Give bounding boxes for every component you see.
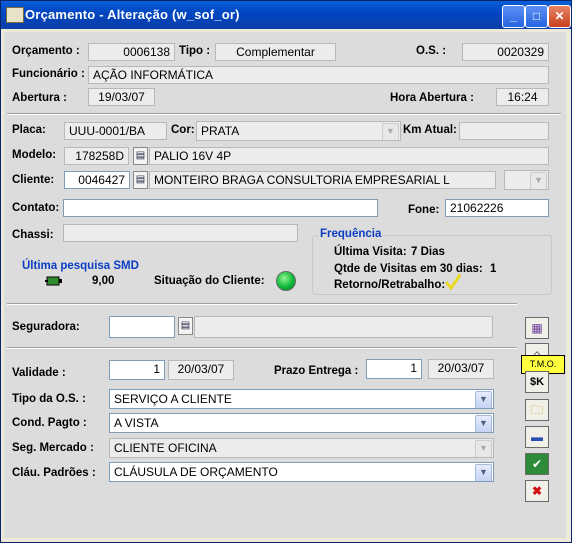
chevron-down-icon: ▼ xyxy=(530,172,547,189)
cor-dropdown[interactable]: PRATA ▼ xyxy=(196,121,401,141)
clau-padroes-label: Cláu. Padrões : xyxy=(12,467,96,479)
validade-days-field[interactable]: 1 xyxy=(109,360,165,380)
orcamento-label: Orçamento : xyxy=(12,45,80,57)
cond-pagto-label: Cond. Pagto : xyxy=(12,417,87,429)
placa-label: Placa: xyxy=(12,124,46,136)
cond-pagto-dropdown[interactable]: A VISTA ▼ xyxy=(109,413,494,433)
orcamento-field: 0006138 xyxy=(88,43,175,61)
form-body: Orçamento : 0006138 Tipo : Complementar … xyxy=(4,32,566,538)
contato-label: Contato: xyxy=(12,202,60,214)
seguradora-code-field[interactable] xyxy=(109,316,175,338)
validade-label: Validade : xyxy=(12,367,66,379)
folder-icon: 🗀 xyxy=(530,403,543,417)
seg-mercado-dropdown[interactable]: CLIENTE OFICINA ▼ xyxy=(109,438,494,458)
tipo-field: Complementar xyxy=(215,43,336,61)
ultima-visita-value: 7 Dias xyxy=(411,246,445,258)
km-atual-field[interactable] xyxy=(459,122,549,140)
cliente-code-field[interactable]: 0046427 xyxy=(64,171,130,189)
window: Orçamento - Alteração (w_sof_or) _ □ ✕ O… xyxy=(0,0,572,543)
seguradora-lookup-button[interactable]: ▤ xyxy=(178,317,193,335)
vehicle-button[interactable]: ▬ xyxy=(525,426,549,448)
cliente-extra-dropdown[interactable]: ▼ xyxy=(504,170,549,190)
km-atual-label: Km Atual: xyxy=(403,124,457,136)
print-button[interactable]: ▦ xyxy=(525,317,549,339)
battery-icon xyxy=(45,275,63,287)
checkmark-icon xyxy=(445,273,462,291)
cliente-label: Cliente: xyxy=(12,174,55,186)
prazo-days-field[interactable]: 1 xyxy=(366,359,422,379)
clau-padroes-dropdown[interactable]: CLÁUSULA DE ORÇAMENTO ▼ xyxy=(109,462,494,482)
skip-button[interactable]: $K xyxy=(525,371,549,393)
chevron-down-icon: ▼ xyxy=(382,123,399,140)
title-bar: Orçamento - Alteração (w_sof_or) _ □ ✕ xyxy=(1,1,571,29)
chevron-down-icon: ▼ xyxy=(475,440,492,457)
tipo-os-value: SERVIÇO A CLIENTE xyxy=(114,392,232,406)
tipo-label: Tipo : xyxy=(179,45,211,57)
clau-padroes-value: CLÁUSULA DE ORÇAMENTO xyxy=(114,465,278,479)
seg-mercado-label: Seg. Mercado : xyxy=(12,442,94,454)
maximize-button[interactable]: □ xyxy=(525,5,548,28)
modelo-desc-field: PALIO 16V 4P xyxy=(149,147,549,165)
open-folder-button[interactable]: 🗀 xyxy=(525,399,549,421)
divider xyxy=(7,113,561,115)
fone-label: Fone: xyxy=(408,204,440,216)
situacao-label: Situação do Cliente: xyxy=(154,275,265,287)
retorno-label: Retorno/Retrabalho: xyxy=(334,279,446,291)
prazo-entrega-label: Prazo Entrega : xyxy=(274,365,359,377)
hora-abertura-field: 16:24 xyxy=(496,88,549,106)
modelo-label: Modelo: xyxy=(12,149,57,161)
modelo-lookup-button[interactable]: ▤ xyxy=(133,147,148,165)
chevron-down-icon: ▼ xyxy=(475,391,492,408)
abertura-label: Abertura : xyxy=(12,92,67,104)
cor-value: PRATA xyxy=(201,124,240,138)
skip-icon: $K xyxy=(529,376,545,388)
cond-pagto-value: A VISTA xyxy=(114,416,159,430)
cancel-icon: ✖ xyxy=(531,484,543,498)
validade-date-field: 20/03/07 xyxy=(168,360,234,380)
minimize-button[interactable]: _ xyxy=(502,5,525,28)
divider xyxy=(7,303,517,305)
chevron-down-icon: ▼ xyxy=(475,464,492,481)
divider xyxy=(7,347,517,349)
seguradora-name-field xyxy=(194,316,493,338)
cliente-name-field: MONTEIRO BRAGA CONSULTORIA EMPRESARIAL L xyxy=(149,171,496,189)
print-icon: ▦ xyxy=(531,321,543,335)
chassi-label: Chassi: xyxy=(12,229,54,241)
os-field: 0020329 xyxy=(462,43,549,61)
os-label: O.S. : xyxy=(416,45,447,57)
contato-field[interactable] xyxy=(63,199,378,217)
funcionario-field: AÇÃO INFORMÁTICA xyxy=(88,66,549,84)
lookup-icon: ▤ xyxy=(135,174,146,185)
lookup-icon: ▤ xyxy=(180,320,191,331)
tipo-os-label: Tipo da O.S. : xyxy=(12,393,86,405)
chassi-field xyxy=(63,224,298,242)
placa-field[interactable]: UUU-0001/BA xyxy=(64,122,167,140)
window-title: Orçamento - Alteração (w_sof_or) xyxy=(25,7,240,22)
qtde-visitas-value: 1 xyxy=(490,263,497,275)
ultima-visita-label: Última Visita: xyxy=(334,246,407,258)
tipo-os-dropdown[interactable]: SERVIÇO A CLIENTE ▼ xyxy=(109,389,494,409)
seg-mercado-value: CLIENTE OFICINA xyxy=(114,441,217,455)
status-indicator-icon xyxy=(276,271,296,291)
smd-title: Última pesquisa SMD xyxy=(22,260,139,272)
cancel-button[interactable]: ✖ xyxy=(525,480,549,502)
close-button[interactable]: ✕ xyxy=(548,5,571,28)
lookup-icon: ▤ xyxy=(135,150,146,161)
prazo-date-field: 20/03/07 xyxy=(428,359,494,379)
save-button[interactable]: ✔ xyxy=(525,453,549,475)
cor-label: Cor: xyxy=(171,124,195,136)
cliente-lookup-button[interactable]: ▤ xyxy=(133,171,148,189)
chevron-down-icon: ▼ xyxy=(475,415,492,432)
modelo-code-field: 178258D xyxy=(64,147,129,165)
truck-icon: ▬ xyxy=(531,430,543,444)
app-icon xyxy=(6,7,24,23)
seguradora-label: Seguradora: xyxy=(12,321,80,333)
frequencia-title: Frequência xyxy=(318,228,384,240)
abertura-field: 19/03/07 xyxy=(88,88,155,106)
fone-field[interactable]: 21062226 xyxy=(445,199,549,217)
smd-value: 9,00 xyxy=(92,275,115,287)
save-icon: ✔ xyxy=(531,457,543,471)
hora-abertura-label: Hora Abertura : xyxy=(390,92,474,104)
funcionario-label: Funcionário : xyxy=(12,68,85,80)
